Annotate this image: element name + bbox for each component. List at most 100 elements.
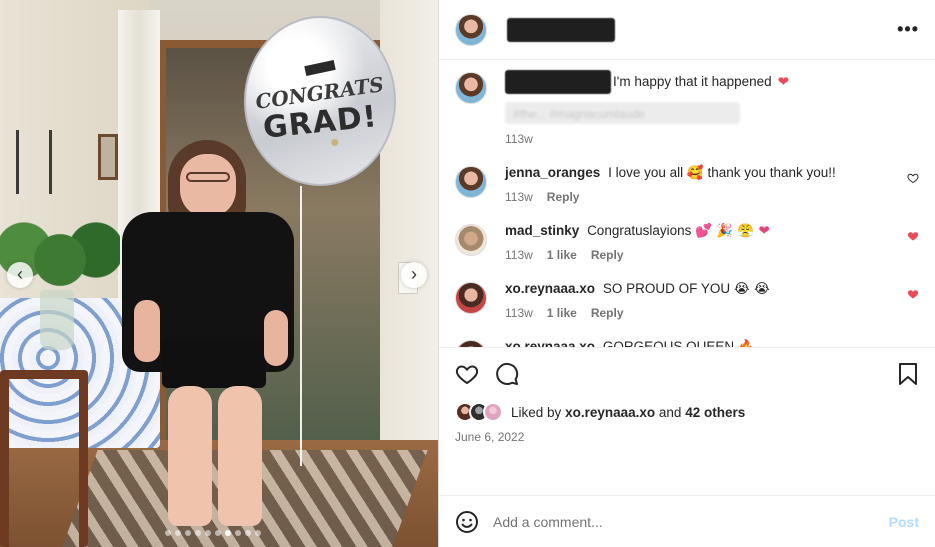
shorts — [162, 340, 266, 388]
comment-meta: 113w 1 like Reply — [505, 304, 919, 322]
post-panel: ••• I'm happy that it happened ❤ #the...… — [438, 0, 935, 547]
caption: I'm happy that it happened ❤ #the... #ma… — [455, 70, 919, 148]
comment-item: xo.reynaaa.xo GORGEOUS QUEEN 🔥 — [455, 338, 919, 347]
carousel-dot — [215, 530, 221, 536]
arm-right — [264, 310, 288, 366]
add-comment-input[interactable] — [493, 513, 889, 530]
leg-left — [168, 386, 212, 526]
comment-text: I love you all — [608, 165, 684, 180]
carousel-dot — [225, 530, 231, 536]
liked-by-user[interactable]: xo.reynaaa.xo — [565, 405, 655, 420]
more-options-icon[interactable]: ••• — [897, 19, 919, 40]
liker-avatar[interactable] — [483, 402, 503, 422]
action-icons — [455, 360, 919, 388]
instagram-post-modal: CONGRATS GRAD! ‹ › ••• I'm happy that it… — [0, 0, 935, 547]
carousel-dot — [165, 530, 171, 536]
comment-body: mad_stinky Congratuslayions 💕 🎉 😤 ❤ 113w… — [505, 222, 919, 264]
comment-likes[interactable]: 1 like — [547, 304, 577, 322]
comment-text: SO PROUD OF YOU — [602, 281, 731, 296]
commenter-avatar[interactable] — [455, 166, 487, 198]
smiley-icon[interactable] — [455, 510, 479, 534]
author-avatar[interactable] — [455, 13, 487, 46]
comment-username[interactable]: xo.reynaaa.xo — [505, 281, 595, 296]
comment-item: jenna_oranges I love you all 🥰 thank you… — [455, 164, 919, 206]
wall-sconce — [16, 130, 52, 194]
face — [180, 154, 236, 218]
balloon: CONGRATS GRAD! — [244, 16, 396, 186]
heart-icon[interactable] — [455, 362, 479, 386]
bookmark-icon[interactable] — [897, 362, 919, 386]
balloon-string — [300, 186, 302, 466]
heart-outline-icon — [907, 173, 919, 184]
comment-body: xo.reynaaa.xo GORGEOUS QUEEN 🔥 — [505, 338, 919, 347]
caption-time: 113w — [505, 132, 533, 146]
leg-right — [218, 386, 262, 526]
comment-text: GORGEOUS QUEEN — [602, 339, 735, 347]
carousel-dot — [185, 530, 191, 536]
post-header: ••• — [439, 0, 935, 60]
carousel-dot — [175, 530, 181, 536]
carousel-dot — [245, 530, 251, 536]
add-comment-bar: Post — [439, 495, 935, 547]
comment-text-2: thank you thank you!! — [707, 165, 836, 180]
chair — [0, 370, 88, 547]
comment-item: mad_stinky Congratuslayions 💕 🎉 😤 ❤ 113w… — [455, 222, 919, 264]
commenter-avatar[interactable] — [455, 224, 487, 256]
comment-username[interactable]: jenna_oranges — [505, 165, 600, 180]
author-avatar[interactable] — [455, 72, 487, 104]
heart-filled-icon — [907, 232, 919, 241]
liked-by: Liked by xo.reynaaa.xo and 42 others — [455, 402, 919, 422]
wall-picture — [98, 134, 118, 180]
comment-meta: 113w 1 like Reply — [505, 246, 919, 264]
liked-by-middle: and — [658, 404, 682, 420]
comment-emoji: 💕 🎉 😤 ❤ — [695, 223, 770, 239]
comment-time: 113w — [505, 248, 533, 262]
carousel-dot — [205, 530, 211, 536]
liked-by-text: Liked by xo.reynaaa.xo and 42 others — [511, 405, 745, 420]
post-comment-button[interactable]: Post — [889, 514, 919, 530]
comments-list: I'm happy that it happened ❤ #the... #ma… — [439, 60, 935, 347]
redacted-username — [505, 70, 611, 94]
reply-button[interactable]: Reply — [591, 246, 624, 264]
reply-button[interactable]: Reply — [547, 188, 580, 206]
caption-hashtags-blurred: #the... #magnacumlaude — [505, 102, 740, 124]
fire-emoji: 🔥 — [737, 339, 755, 347]
comment-emoji: 🥰 — [686, 165, 704, 181]
carousel-next-button[interactable]: › — [401, 262, 427, 288]
comment-time: 113w — [505, 190, 533, 204]
comment-username[interactable]: mad_stinky — [505, 223, 579, 238]
person — [122, 140, 302, 540]
carousel-dot — [255, 530, 261, 536]
comment-icon[interactable] — [495, 362, 519, 386]
commenter-avatar[interactable] — [455, 282, 487, 314]
comment-body: xo.reynaaa.xo SO PROUD OF YOU 😭 😭 113w 1… — [505, 280, 919, 322]
caption-text: I'm happy that it happened — [613, 74, 772, 89]
caption-meta: 113w — [505, 130, 919, 148]
like-comment-heart-icon[interactable] — [907, 288, 919, 303]
carousel-indicator — [165, 530, 261, 536]
caption-body: I'm happy that it happened ❤ #the... #ma… — [505, 70, 919, 148]
post-date[interactable]: June 6, 2022 — [455, 430, 919, 444]
comment-time: 113w — [505, 306, 533, 320]
arm-left — [134, 300, 160, 362]
liked-by-prefix: Liked by — [511, 404, 562, 420]
liked-by-others[interactable]: 42 others — [685, 405, 745, 420]
like-comment-heart-icon[interactable] — [907, 172, 919, 187]
commenter-avatar[interactable] — [455, 340, 487, 347]
glasses — [186, 172, 230, 182]
comment-username[interactable]: xo.reynaaa.xo — [505, 339, 595, 347]
carousel-dot — [235, 530, 241, 536]
carousel-prev-button[interactable]: ‹ — [7, 262, 33, 288]
like-comment-heart-icon[interactable] — [907, 230, 919, 245]
redacted-username — [507, 17, 615, 42]
heart-emoji: ❤ — [777, 74, 790, 90]
comment-emoji: 😭 😭 — [733, 281, 770, 297]
heart-filled-icon — [907, 290, 919, 299]
comment-likes[interactable]: 1 like — [547, 246, 577, 264]
vase — [40, 290, 74, 350]
post-photo: CONGRATS GRAD! ‹ › — [0, 0, 438, 547]
grad-cap-icon — [304, 59, 336, 76]
reply-button[interactable]: Reply — [591, 304, 624, 322]
comment-body: jenna_oranges I love you all 🥰 thank you… — [505, 164, 919, 206]
comment-item: xo.reynaaa.xo SO PROUD OF YOU 😭 😭 113w 1… — [455, 280, 919, 322]
